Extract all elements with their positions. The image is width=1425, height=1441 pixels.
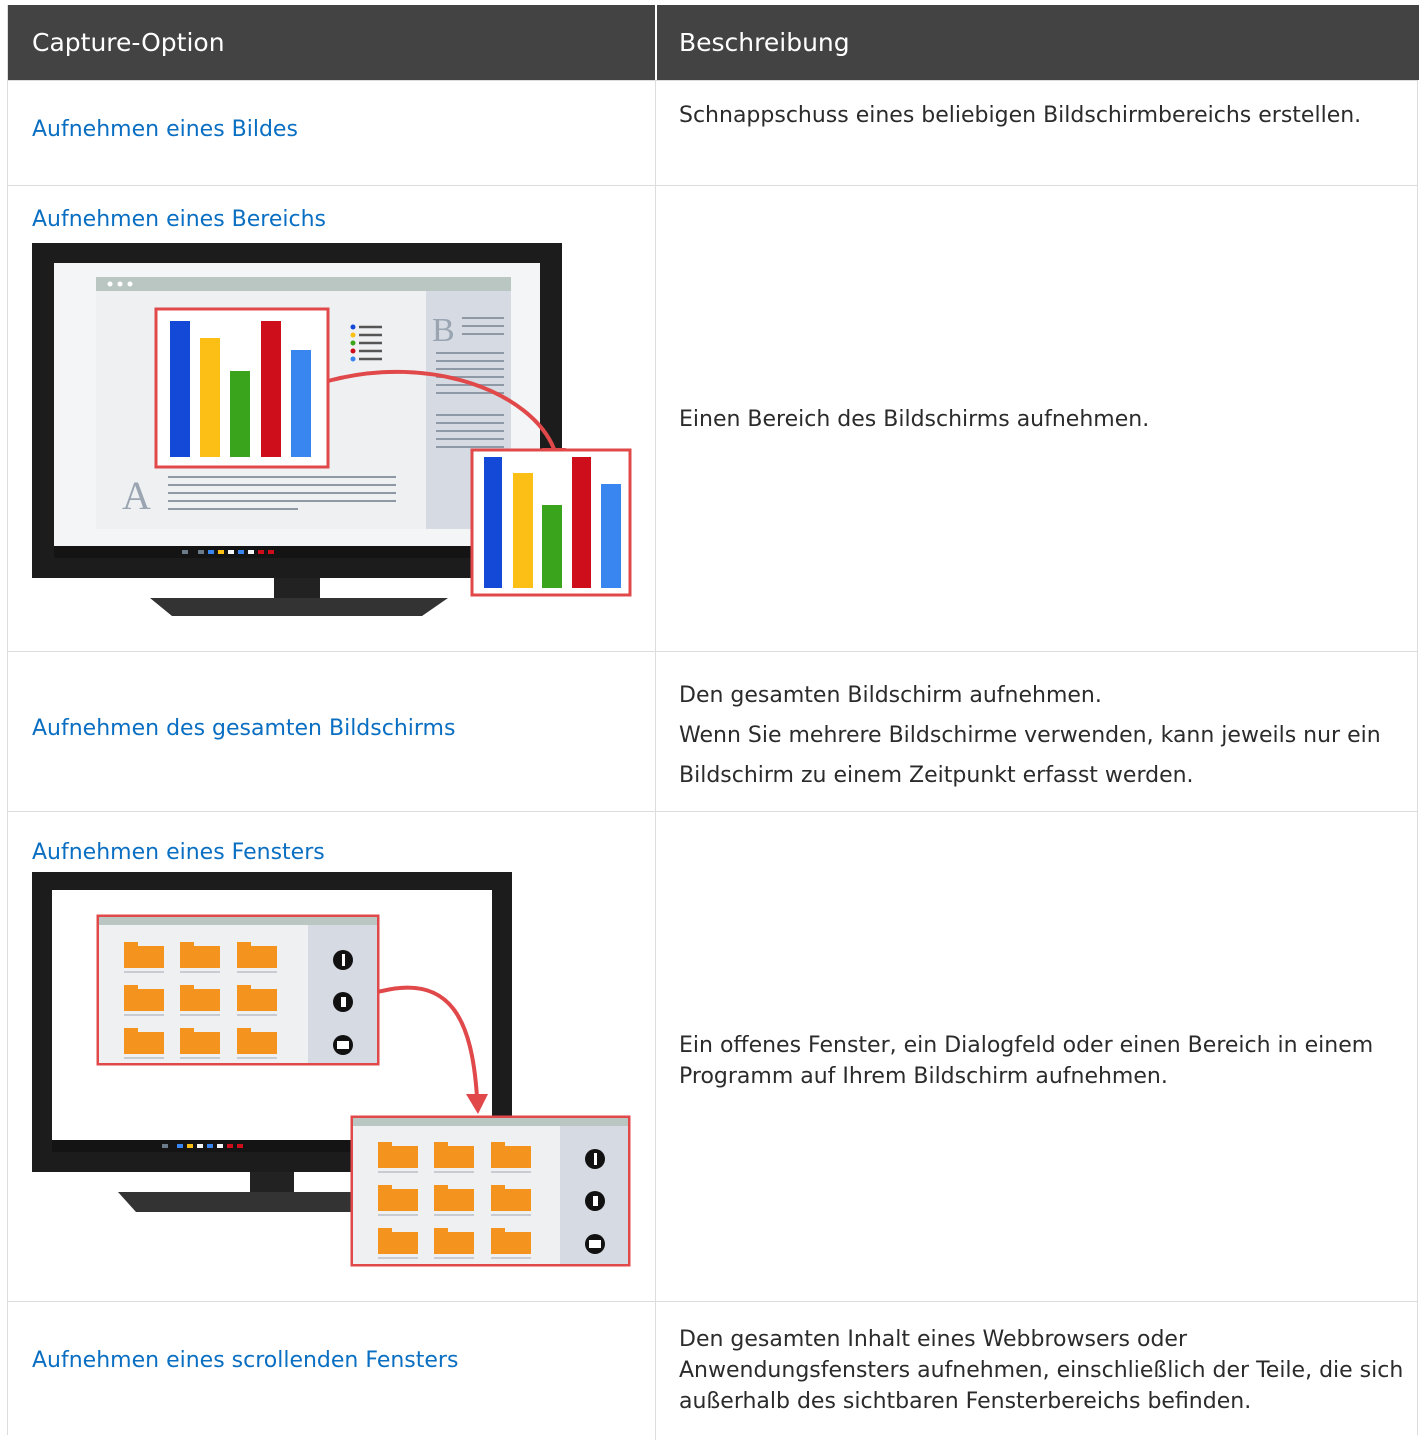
option-link-region[interactable]: Aufnehmen eines Bereichs — [32, 207, 326, 232]
row-description: Ein offenes Fenster, ein Dialogfeld oder… — [679, 1030, 1404, 1092]
region-capture-illustration: B A — [32, 243, 637, 627]
description-text: Den gesamten Bildschirm aufnehmen. — [679, 683, 1102, 708]
header-description: Beschreibung — [679, 28, 850, 57]
header-divider — [655, 5, 657, 80]
description-text: Schnappschuss eines beliebigen Bildschir… — [679, 103, 1362, 128]
option-link-scrolling-window[interactable]: Aufnehmen eines scrollenden Fensters — [32, 1348, 458, 1373]
region-letter-b: B — [432, 312, 455, 349]
option-link-window[interactable]: Aufnehmen eines Fensters — [32, 840, 325, 865]
row-description: Den gesamten Inhalt eines Webbrowsers od… — [679, 1324, 1404, 1417]
table-row: Aufnehmen eines Bereichs B A Einen Berei… — [8, 185, 1417, 651]
row-description: Den gesamten Bildschirm aufnehmen. Wenn … — [679, 676, 1404, 796]
table-row: Aufnehmen eines Bildes Schnappschuss ein… — [8, 80, 1417, 185]
header-capture-option: Capture-Option — [32, 28, 225, 57]
table-row: Aufnehmen des gesamten Bildschirms Den g… — [8, 651, 1417, 811]
table-row: Aufnehmen eines scrollenden Fensters Den… — [8, 1301, 1417, 1441]
row-description: Einen Bereich des Bildschirms aufnehmen. — [679, 404, 1404, 435]
table-row: Aufnehmen eines Fensters Ein offenes Fen… — [8, 811, 1417, 1301]
window-capture-image — [32, 872, 631, 1267]
option-link-image[interactable]: Aufnehmen eines Bildes — [32, 117, 298, 142]
region-letter-a: A — [122, 473, 151, 518]
description-text: Ein offenes Fenster, ein Dialogfeld oder… — [679, 1033, 1374, 1089]
row-description: Schnappschuss eines beliebigen Bildschir… — [679, 100, 1404, 131]
window-capture-illustration — [32, 872, 637, 1276]
table-header: Capture-Option Beschreibung — [8, 5, 1419, 80]
option-link-fullscreen[interactable]: Aufnehmen des gesamten Bildschirms — [32, 716, 455, 741]
description-text: Wenn Sie mehrere Bildschirme verwenden, … — [679, 723, 1381, 788]
description-text: Den gesamten Inhalt eines Webbrowsers od… — [679, 1327, 1404, 1414]
description-text: Einen Bereich des Bildschirms aufnehmen. — [679, 407, 1150, 432]
region-capture-image: B A — [32, 243, 632, 616]
capture-options-table: Capture-Option Beschreibung Aufnehmen ei… — [7, 5, 1419, 1440]
